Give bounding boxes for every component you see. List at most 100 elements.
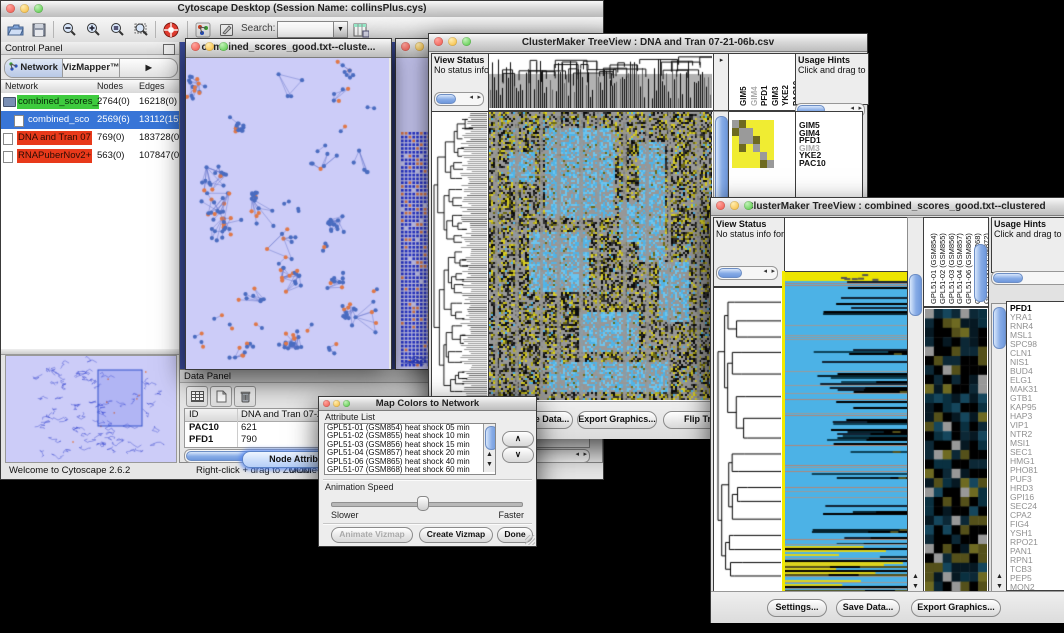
annotation-button[interactable] (217, 20, 237, 39)
triangle-up-icon[interactable]: ▲ (992, 572, 1007, 581)
slider-thumb[interactable] (417, 496, 429, 511)
window-controls[interactable] (323, 400, 350, 407)
close-icon[interactable] (401, 42, 410, 51)
tv2-export-graphics-button[interactable]: Export Graphics... (911, 599, 1001, 617)
network1-titlebar[interactable]: combined_scores_good.txt--cluste... (186, 39, 391, 58)
scroll-thumb[interactable] (436, 94, 456, 104)
tv2-labels-scrollbar[interactable] (974, 244, 987, 302)
triangle-up-icon[interactable]: ▲ (484, 450, 495, 459)
window-controls[interactable] (6, 4, 43, 13)
tv2-hints-scrollbar[interactable]: ◂▸ (991, 271, 1064, 285)
tv2-row-dendrogram[interactable] (713, 287, 784, 593)
tv1-mini-heatmap[interactable] (732, 120, 774, 168)
triangle-right-icon[interactable]: ▸ (583, 450, 587, 460)
animate-vizmap-button[interactable]: Animate Vizmap (331, 527, 413, 543)
vizmap-button[interactable] (193, 20, 213, 39)
help-button[interactable] (161, 20, 181, 39)
dialog-titlebar[interactable]: Map Colors to Network (319, 397, 536, 411)
tv2-zoom-detail-panel[interactable] (923, 307, 989, 593)
tv1-heatmap[interactable] (488, 111, 715, 403)
close-icon[interactable] (434, 37, 443, 46)
scroll-thumb[interactable] (485, 426, 496, 450)
save-session-button[interactable] (29, 20, 49, 39)
treeview2-titlebar[interactable]: ClusterMaker TreeView : combined_scores_… (711, 198, 1064, 216)
gene-label[interactable]: MON2 (1010, 583, 1064, 591)
tv2-vertical-scrollbar[interactable]: ▲▼ (907, 217, 924, 593)
zoom-selected-button[interactable] (131, 20, 151, 39)
tv1-column-dendrogram[interactable] (488, 53, 715, 111)
move-down-button[interactable]: ∨ (502, 447, 534, 463)
edges-count: 13112(15) (139, 111, 179, 129)
zoom-fit-button[interactable] (107, 20, 127, 39)
tab-vizmapper[interactable]: VizMapper™ (63, 59, 120, 77)
minimize-icon[interactable] (415, 42, 424, 51)
tv1-export-graphics-button[interactable]: Export Graphics... (577, 411, 657, 429)
tv2-save-data-button[interactable]: Save Data... (836, 599, 900, 617)
attribute-item[interactable]: GPL51-07 (GSM868) heat shock 60 min (325, 466, 495, 474)
new-attribute-button[interactable] (210, 386, 232, 407)
network-tree-row[interactable]: RNAPuberNov2+563(0)107847(0) (1, 147, 179, 165)
triangle-left-icon[interactable]: ◂ (469, 93, 473, 103)
treeview1-titlebar[interactable]: ClusterMaker TreeView : DNA and Tran 07-… (429, 34, 867, 52)
tv2-settings-button[interactable]: Settings... (767, 599, 827, 617)
search-dropdown-button[interactable]: ▼ (333, 21, 348, 38)
zoom-window-icon[interactable] (744, 201, 753, 210)
gene-label[interactable]: PAC10 (799, 160, 862, 168)
network-overview[interactable] (5, 355, 177, 463)
main-titlebar[interactable]: Cytoscape Desktop (Session Name: collins… (1, 1, 603, 18)
scroll-thumb[interactable] (718, 268, 742, 278)
zoom-window-icon[interactable] (343, 400, 350, 407)
close-icon[interactable] (6, 4, 15, 13)
network-tree-row[interactable]: combined_scores_2764(0)16218(0) (1, 93, 179, 111)
window-controls[interactable] (191, 42, 228, 51)
scroll-thumb[interactable] (909, 274, 922, 316)
triangle-right-icon[interactable]: ▸ (477, 93, 481, 103)
network-tree-row[interactable]: DNA and Tran 07769(0)183728(0) (1, 129, 179, 147)
tv2-heatmap[interactable] (785, 271, 908, 593)
close-icon[interactable] (191, 42, 200, 51)
float-panel-icon[interactable] (163, 44, 175, 55)
close-icon[interactable] (716, 201, 725, 210)
close-icon[interactable] (323, 400, 330, 407)
search-input[interactable] (277, 21, 335, 38)
tab-network[interactable]: Network (5, 59, 63, 77)
minimize-icon[interactable] (20, 4, 29, 13)
zoom-window-icon[interactable] (462, 37, 471, 46)
tv2-status-scrollbar[interactable]: ◂▸ (716, 266, 778, 280)
attribute-list-scrollbar[interactable]: ▲▼ (483, 424, 495, 472)
select-attributes-button[interactable] (186, 386, 208, 407)
triangle-down-icon[interactable]: ▼ (484, 460, 495, 469)
network1-canvas[interactable] (186, 58, 389, 369)
tv1-status-scrollbar[interactable]: ◂▸ (434, 92, 484, 106)
window-controls[interactable] (434, 37, 471, 46)
minimize-icon[interactable] (333, 400, 340, 407)
zoom-window-icon[interactable] (34, 4, 43, 13)
triangle-left-icon[interactable]: ◂ (763, 267, 767, 277)
zoom-window-icon[interactable] (219, 42, 228, 51)
create-vizmap-button[interactable]: Create Vizmap (419, 527, 493, 543)
open-session-button[interactable] (5, 20, 25, 39)
tab-overflow-button[interactable]: ▶ (119, 59, 177, 77)
triangle-right-icon[interactable]: ▸ (714, 56, 729, 65)
minimize-icon[interactable] (205, 42, 214, 51)
triangle-down-icon[interactable]: ▼ (908, 582, 923, 591)
delete-attribute-button[interactable] (234, 386, 256, 407)
tv2-column-dendrogram[interactable] (784, 217, 909, 273)
triangle-right-icon[interactable]: ▸ (771, 267, 775, 277)
scroll-thumb[interactable] (993, 307, 1006, 349)
configure-search-button[interactable] (351, 20, 371, 39)
resize-grip[interactable] (525, 535, 535, 545)
scroll-thumb[interactable] (993, 273, 1023, 283)
zoom-in-button[interactable] (83, 20, 103, 39)
move-up-button[interactable]: ∧ (502, 431, 534, 447)
tv1-row-dendrogram[interactable] (431, 111, 490, 403)
minimize-icon[interactable] (730, 201, 739, 210)
triangle-up-icon[interactable]: ▲ (908, 572, 923, 581)
minimize-icon[interactable] (448, 37, 457, 46)
network-tree-row[interactable]: combined_sco2569(6)13112(15) (1, 111, 179, 129)
zoom-out-button[interactable] (59, 20, 79, 39)
window-controls[interactable] (716, 201, 753, 210)
attribute-list[interactable]: GPL51-01 (GSM854) heat shock 05 minGPL51… (324, 423, 496, 475)
triangle-down-icon[interactable]: ▼ (992, 582, 1007, 591)
triangle-left-icon[interactable]: ◂ (575, 450, 579, 460)
